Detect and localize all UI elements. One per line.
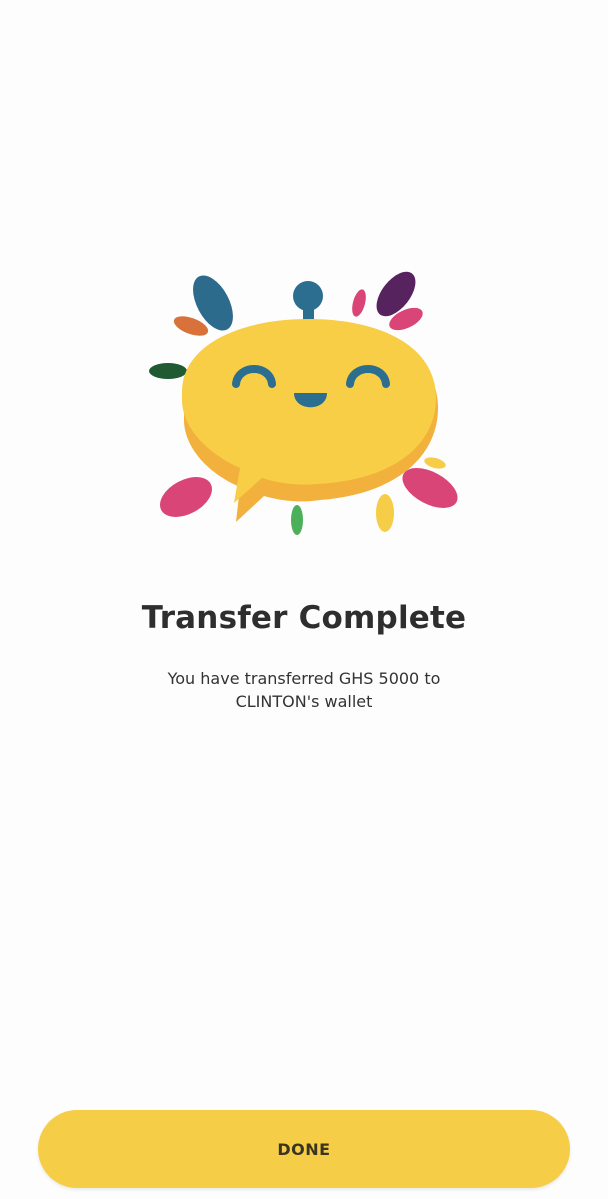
confetti-petal [424, 457, 446, 469]
happy-chat-bubble-mascot-icon [140, 262, 470, 547]
page-title: Transfer Complete [141, 600, 467, 636]
done-button[interactable]: DONE [38, 1110, 570, 1188]
done-button-label: DONE [277, 1139, 331, 1159]
antenna-ball [293, 281, 323, 311]
confetti-petal [291, 505, 303, 535]
confetti-petal [352, 289, 366, 317]
transfer-confirmation-message: You have transferred GHS 5000 to CLINTON… [167, 669, 441, 711]
confetti-petal [149, 363, 187, 379]
confetti-petal [376, 494, 394, 532]
confetti-petal [160, 477, 212, 517]
